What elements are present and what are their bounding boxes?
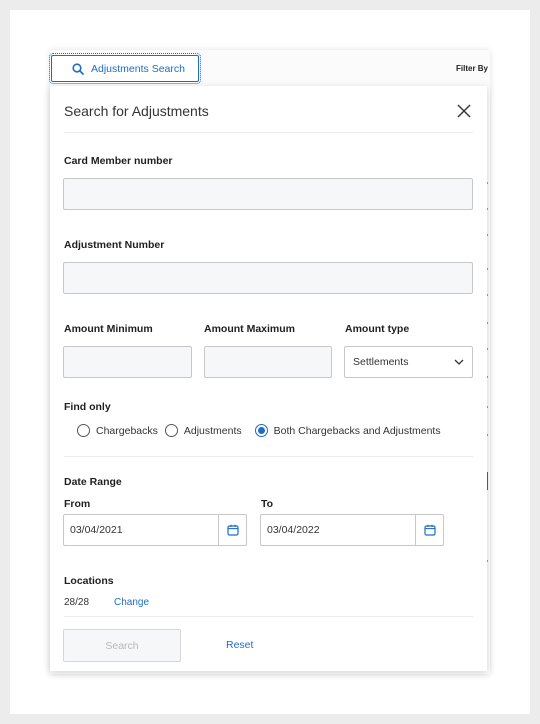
chevron-down-icon	[454, 359, 464, 365]
adjustments-search-label: Adjustments Search	[91, 62, 185, 75]
from-date-field[interactable]: 03/04/2021	[63, 514, 247, 546]
find-only-label: Find only	[64, 401, 111, 413]
amount-maximum-input[interactable]	[204, 346, 332, 378]
calendar-icon	[423, 524, 436, 536]
to-date-value: 03/04/2022	[267, 524, 320, 536]
from-label: From	[64, 498, 91, 510]
to-calendar-button[interactable]	[415, 515, 443, 545]
to-date-field[interactable]: 03/04/2022	[260, 514, 444, 546]
search-button[interactable]: Search	[63, 629, 181, 662]
adjustment-number-label: Adjustment Number	[64, 239, 165, 251]
search-icon	[72, 62, 84, 75]
footer-divider	[64, 616, 473, 617]
card-member-label: Card Member number	[64, 155, 173, 167]
amount-type-select[interactable]: Settlements	[344, 346, 473, 378]
locations-label: Locations	[64, 575, 114, 587]
amount-minimum-input[interactable]	[63, 346, 192, 378]
amount-type-value: Settlements	[353, 356, 409, 368]
adjustments-search-tab[interactable]: Adjustments Search	[49, 53, 201, 84]
radio-chargebacks[interactable]: Chargebacks	[77, 424, 158, 437]
card-member-input[interactable]	[63, 178, 473, 210]
from-calendar-button[interactable]	[218, 515, 246, 545]
section-divider	[64, 456, 473, 457]
radio-label: Adjustments	[183, 424, 242, 437]
radio-label: Both Chargebacks and Adjustments	[273, 424, 441, 437]
to-label: To	[261, 498, 274, 510]
radio-circle	[77, 424, 90, 437]
amount-minimum-label: Amount Minimum	[64, 323, 153, 335]
close-icon[interactable]	[454, 101, 474, 121]
from-date-value: 03/04/2021	[70, 524, 123, 536]
adjustment-number-input[interactable]	[63, 262, 473, 294]
locations-count: 28/28	[64, 597, 90, 608]
amount-type-label: Amount type	[345, 323, 410, 335]
reset-button[interactable]: Reset	[226, 639, 253, 651]
filter-by-button[interactable]: Filter By	[456, 64, 488, 73]
radio-circle-selected	[254, 424, 268, 437]
radio-both[interactable]: Both Chargebacks and Adjustments	[254, 424, 441, 437]
radio-circle	[164, 424, 178, 437]
header-divider	[64, 132, 473, 133]
change-locations-link[interactable]: Change	[114, 597, 149, 608]
calendar-icon	[226, 524, 239, 536]
radio-label: Chargebacks	[96, 424, 158, 437]
search-adjustments-modal: Search for Adjustments Card Member numbe…	[50, 86, 487, 671]
modal-title: Search for Adjustments	[64, 103, 209, 119]
radio-adjustments[interactable]: Adjustments	[164, 424, 242, 437]
amount-maximum-label: Amount Maximum	[204, 323, 296, 335]
date-range-label: Date Range	[64, 476, 122, 488]
find-only-radio-group: Chargebacks Adjustments Both Chargebacks…	[77, 424, 448, 437]
